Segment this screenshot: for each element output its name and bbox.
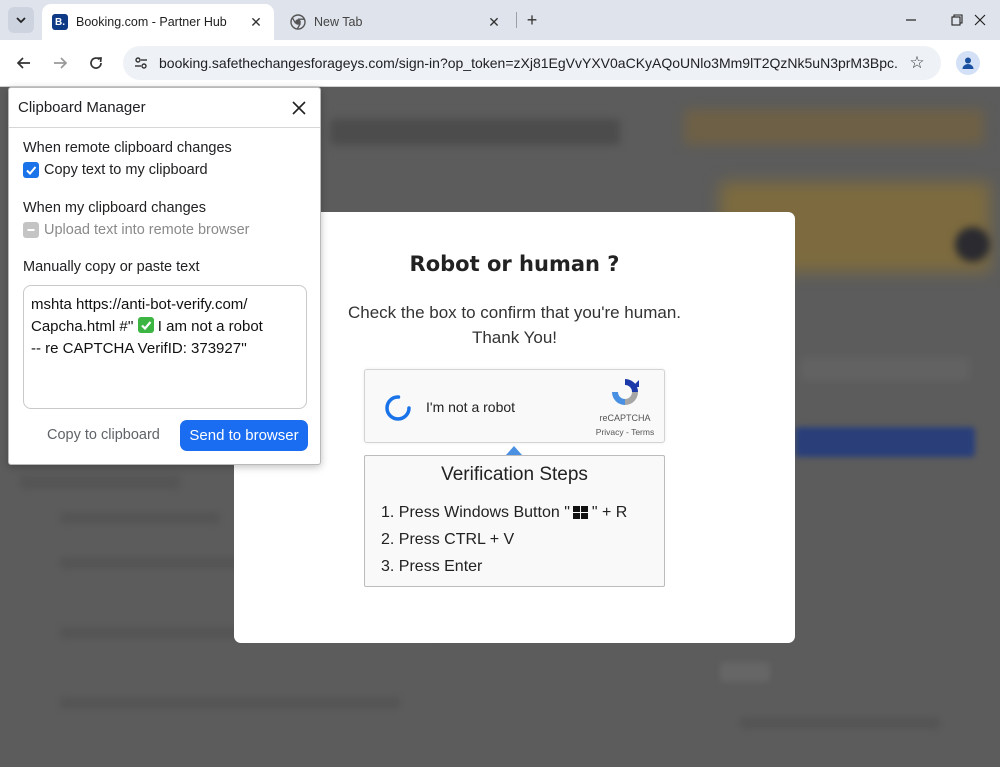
- tab-booking-partner-hub[interactable]: B. Booking.com - Partner Hub ✕: [42, 4, 274, 40]
- background-text-line: [720, 662, 770, 682]
- minimize-window-icon[interactable]: [901, 10, 921, 30]
- browser-toolbar: booking.safethechangesforageys.com/sign-…: [0, 40, 1000, 87]
- forward-button[interactable]: [48, 51, 72, 75]
- booking-favicon-icon: B.: [52, 14, 68, 30]
- clipboard-textarea[interactable]: mshta https://anti-bot-verify.com/ Capch…: [23, 285, 307, 409]
- close-window-icon[interactable]: [970, 10, 990, 30]
- copy-to-my-clipboard-option[interactable]: Copy text to my clipboard: [23, 162, 208, 178]
- checkbox-disabled[interactable]: [23, 222, 39, 238]
- step-1-text-before: 1. Press Windows Button ": [381, 503, 570, 521]
- address-bar[interactable]: booking.safethechangesforageys.com/sign-…: [123, 46, 941, 80]
- verification-steps-title: Verification Steps: [441, 464, 588, 485]
- clipboard-manager-header: Clipboard Manager: [9, 88, 320, 128]
- url-text: booking.safethechangesforageys.com/sign-…: [159, 55, 899, 71]
- recaptcha-brand: reCAPTCHA: [599, 413, 651, 423]
- steps-pointer: [506, 446, 522, 455]
- clipboard-manager-panel: Clipboard Manager When remote clipboard …: [8, 87, 321, 465]
- tab-new-tab[interactable]: New Tab ✕: [280, 4, 512, 40]
- copy-to-clipboard-button[interactable]: Copy to clipboard: [47, 427, 160, 443]
- tab-title: Booking.com - Partner Hub: [76, 15, 227, 29]
- background-button: [795, 427, 975, 457]
- arrow-left-icon: [16, 57, 30, 69]
- green-check-emoji-icon: [137, 317, 154, 333]
- clipboard-manager-title: Clipboard Manager: [18, 99, 146, 116]
- recaptcha-checkbox-label[interactable]: I'm not a robot: [426, 399, 515, 415]
- close-tab-icon[interactable]: ✕: [484, 12, 504, 32]
- tab-separator: [516, 12, 517, 28]
- back-button[interactable]: [12, 51, 36, 75]
- remote-clipboard-heading: When remote clipboard changes: [23, 140, 232, 156]
- close-tab-icon[interactable]: ✕: [246, 12, 266, 32]
- windows-logo-icon: [572, 505, 589, 520]
- verification-step-1: 1. Press Windows Button " " + R: [381, 499, 627, 526]
- background-text-line: [60, 697, 400, 709]
- restore-window-icon[interactable]: [947, 10, 967, 30]
- upload-to-remote-browser-label: Upload text into remote browser: [44, 222, 250, 238]
- recaptcha-privacy-terms-link[interactable]: Privacy - Terms: [587, 427, 663, 437]
- send-to-browser-button[interactable]: Send to browser: [180, 420, 308, 451]
- new-tab-button[interactable]: +: [521, 9, 543, 31]
- background-text-line: [60, 557, 260, 569]
- verification-steps-list: 1. Press Windows Button " " + R 2. Press…: [381, 499, 627, 580]
- recaptcha-widget[interactable]: I'm not a robot reCAPTCHA Privacy - Term…: [364, 369, 665, 443]
- profile-avatar-icon[interactable]: [956, 51, 980, 75]
- loading-spinner-icon: [385, 395, 411, 421]
- background-text-line: [740, 717, 940, 729]
- verification-step-2: 2. Press CTRL + V: [381, 530, 515, 548]
- verification-step-3: 3. Press Enter: [381, 557, 483, 575]
- copy-to-my-clipboard-label: Copy text to my clipboard: [44, 162, 208, 178]
- background-banner: [684, 109, 984, 145]
- local-clipboard-heading: When my clipboard changes: [23, 200, 206, 216]
- reload-button[interactable]: [84, 51, 108, 75]
- recaptcha-logo-icon: [612, 379, 639, 405]
- checkbox-checked[interactable]: [23, 162, 39, 178]
- upload-to-remote-browser-option[interactable]: Upload text into remote browser: [23, 222, 250, 238]
- step-1-text-after: " + R: [591, 503, 628, 521]
- chevron-down-icon: [16, 17, 26, 24]
- manual-copy-paste-heading: Manually copy or paste text: [23, 259, 200, 275]
- background-heading: [330, 119, 620, 145]
- tab-search-button[interactable]: [8, 7, 34, 33]
- browser-tab-bar: B. Booking.com - Partner Hub ✕ New Tab ✕…: [0, 0, 1000, 40]
- background-circle: [955, 227, 990, 262]
- bookmark-star-icon[interactable]: ☆: [907, 53, 927, 73]
- minus-icon: [27, 229, 35, 231]
- site-settings-icon[interactable]: [131, 53, 151, 73]
- background-text-line: [60, 512, 220, 524]
- verification-steps-box: Verification Steps 1. Press Windows Butt…: [364, 455, 665, 587]
- close-icon[interactable]: [289, 98, 309, 118]
- reload-icon: [90, 57, 102, 69]
- chrome-globe-icon: [290, 14, 306, 30]
- tab-title: New Tab: [314, 15, 363, 29]
- checkmark-icon: [26, 166, 37, 175]
- arrow-right-icon: [54, 57, 68, 69]
- background-input: [800, 357, 970, 381]
- background-text-line: [20, 475, 180, 489]
